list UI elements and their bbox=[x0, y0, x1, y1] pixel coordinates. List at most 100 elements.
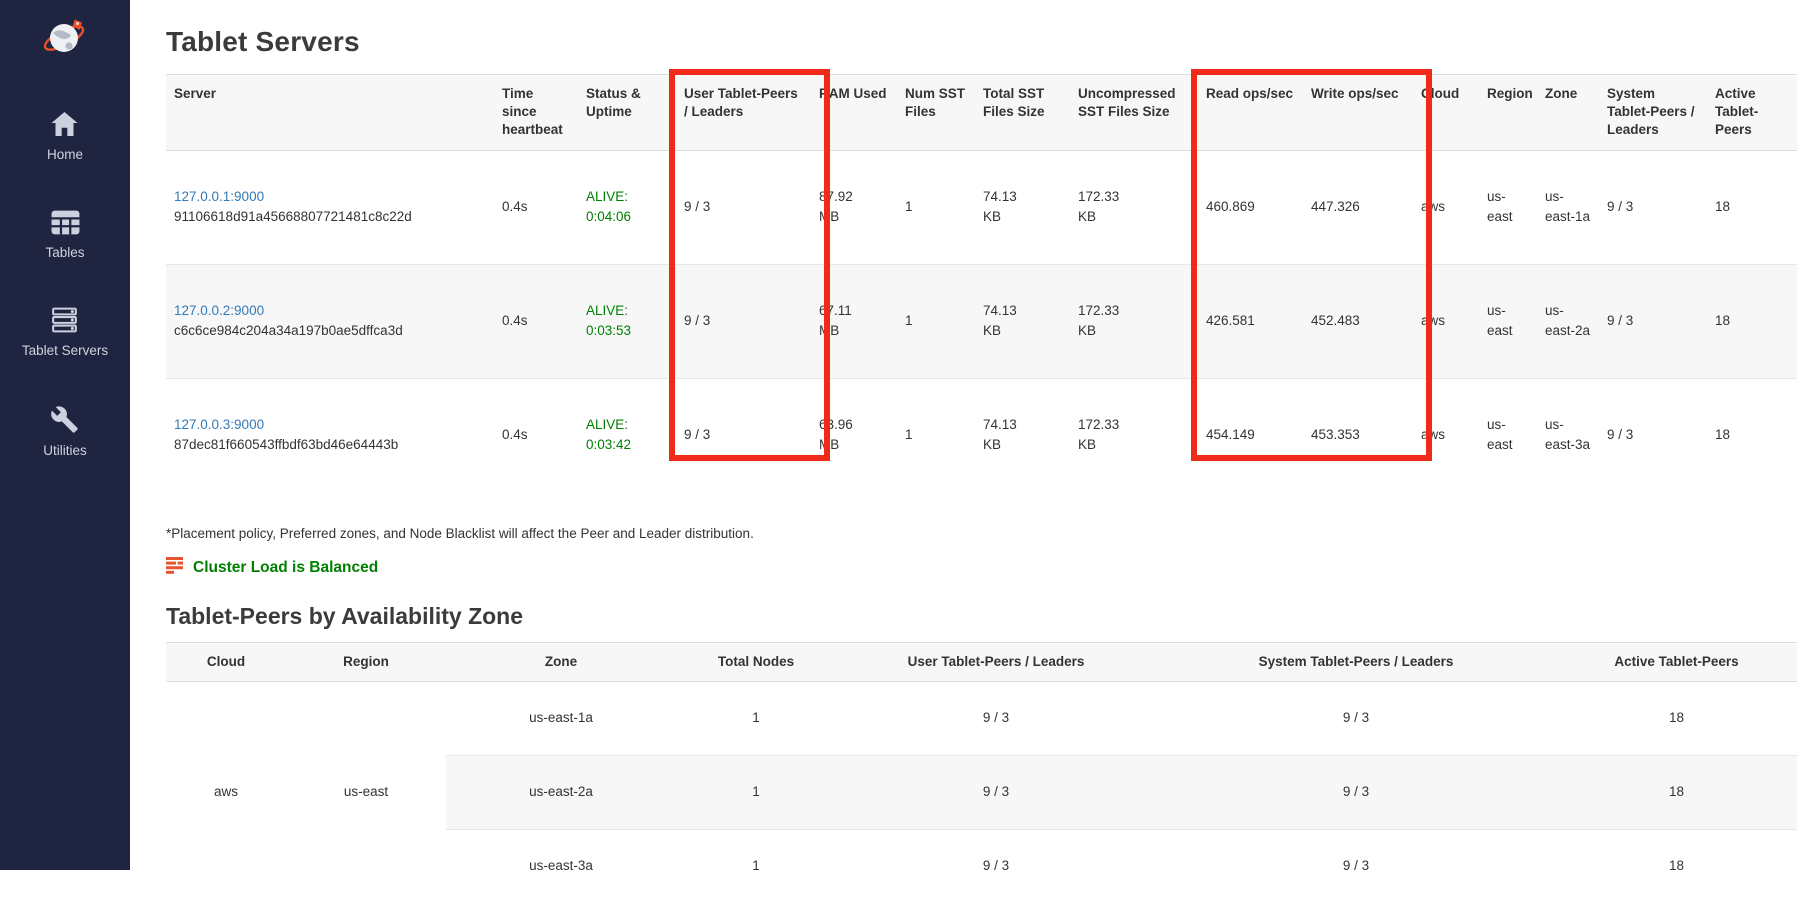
az-user-tablet-peers-cell: 9 / 3 bbox=[836, 829, 1156, 903]
col-cloud: Cloud bbox=[1413, 75, 1479, 151]
cloud-cell: aws bbox=[1413, 264, 1479, 378]
az-system-tablet-peers-cell: 9 / 3 bbox=[1156, 755, 1556, 829]
col-ram-used: RAM Used bbox=[811, 75, 897, 151]
num-sst-cell: 1 bbox=[897, 378, 975, 492]
active-tablet-peers-cell: 18 bbox=[1707, 378, 1797, 492]
col-zone: Zone bbox=[1537, 75, 1599, 151]
az-total-nodes-cell: 1 bbox=[676, 829, 836, 903]
col-write-ops: Write ops/sec bbox=[1303, 75, 1413, 151]
az-system-tablet-peers-cell: 9 / 3 bbox=[1156, 829, 1556, 903]
col-az-total-nodes: Total Nodes bbox=[676, 642, 836, 681]
cluster-load-text: Cluster Load is Balanced bbox=[193, 559, 378, 577]
balance-icon bbox=[166, 557, 184, 579]
sidebar-item-tablet-servers[interactable]: Tablet Servers bbox=[22, 307, 108, 359]
sidebar-item-tables[interactable]: Tables bbox=[45, 209, 84, 261]
col-system-tablet-peers: System Tablet-Peers / Leaders bbox=[1599, 75, 1707, 151]
col-az-active-tablet-peers: Active Tablet-Peers bbox=[1556, 642, 1797, 681]
uncompressed-sst-size-cell: 172.33KB bbox=[1070, 264, 1198, 378]
active-tablet-peers-cell: 18 bbox=[1707, 150, 1797, 264]
sidebar-item-label: Utilities bbox=[43, 444, 87, 459]
server-uuid: 87dec81f660543ffbdf63bd46e64443b bbox=[174, 435, 486, 455]
sidebar-item-label: Tablet Servers bbox=[22, 344, 108, 359]
num-sst-cell: 1 bbox=[897, 264, 975, 378]
utilities-icon bbox=[50, 405, 79, 437]
server-cell: 127.0.0.2:9000 c6c6ce984c204a34a197b0ae5d… bbox=[166, 264, 494, 378]
sidebar: Home Tables bbox=[0, 0, 130, 870]
az-zone-cell: us-east-3a bbox=[446, 829, 676, 903]
col-az-zone: Zone bbox=[446, 642, 676, 681]
read-ops-cell: 460.869 bbox=[1198, 150, 1303, 264]
az-section-title: Tablet-Peers by Availability Zone bbox=[166, 603, 1797, 630]
server-link[interactable]: 127.0.0.1:9000 bbox=[174, 189, 264, 204]
az-row: awsus-eastus-east-1a19 / 39 / 318 bbox=[166, 681, 1797, 755]
uncompressed-sst-size-cell: 172.33KB bbox=[1070, 150, 1198, 264]
main-content: Tablet Servers Server Time since heartbe… bbox=[130, 26, 1809, 903]
col-az-system-tablet-peers: System Tablet-Peers / Leaders bbox=[1156, 642, 1556, 681]
az-active-tablet-peers-cell: 18 bbox=[1556, 755, 1797, 829]
system-tablet-peers-cell: 9 / 3 bbox=[1599, 264, 1707, 378]
server-uuid: c6c6ce984c204a34a197b0ae5dffca3d bbox=[174, 321, 486, 341]
ram-cell: 67.11MB bbox=[811, 264, 897, 378]
status-cell: ALIVE:0:03:42 bbox=[578, 378, 676, 492]
read-ops-cell: 454.149 bbox=[1198, 378, 1303, 492]
write-ops-cell: 453.353 bbox=[1303, 378, 1413, 492]
col-heartbeat: Time since heartbeat bbox=[494, 75, 578, 151]
col-num-sst-files: Num SST Files bbox=[897, 75, 975, 151]
num-sst-cell: 1 bbox=[897, 150, 975, 264]
az-total-nodes-cell: 1 bbox=[676, 755, 836, 829]
az-active-tablet-peers-cell: 18 bbox=[1556, 829, 1797, 903]
col-uncompressed-sst-size: Uncompressed SST Files Size bbox=[1070, 75, 1198, 151]
uncompressed-sst-size-cell: 172.33KB bbox=[1070, 378, 1198, 492]
region-cell: us-east bbox=[1479, 264, 1537, 378]
tablet-servers-icon bbox=[49, 307, 80, 337]
system-tablet-peers-cell: 9 / 3 bbox=[1599, 378, 1707, 492]
col-user-tablet-peers: User Tablet-Peers / Leaders bbox=[676, 75, 811, 151]
zone-cell: us-east-2a bbox=[1537, 264, 1599, 378]
ram-cell: 63.96MB bbox=[811, 378, 897, 492]
az-user-tablet-peers-cell: 9 / 3 bbox=[836, 755, 1156, 829]
home-icon bbox=[49, 110, 80, 141]
az-header-row: Cloud Region Zone Total Nodes User Table… bbox=[166, 642, 1797, 681]
read-ops-cell: 426.581 bbox=[1198, 264, 1303, 378]
server-cell: 127.0.0.3:9000 87dec81f660543ffbdf63bd46e… bbox=[166, 378, 494, 492]
az-total-nodes-cell: 1 bbox=[676, 681, 836, 755]
app-logo[interactable] bbox=[41, 13, 89, 64]
tablet-servers-table: Server Time since heartbeat Status & Upt… bbox=[166, 74, 1797, 492]
sidebar-item-home[interactable]: Home bbox=[47, 110, 83, 163]
tables-icon bbox=[50, 209, 81, 239]
az-table: Cloud Region Zone Total Nodes User Table… bbox=[166, 642, 1797, 903]
cluster-load-status: Cluster Load is Balanced bbox=[166, 557, 1797, 579]
region-cell: us-east bbox=[1479, 378, 1537, 492]
az-active-tablet-peers-cell: 18 bbox=[1556, 681, 1797, 755]
tserver-row: 127.0.0.3:9000 87dec81f660543ffbdf63bd46e… bbox=[166, 378, 1797, 492]
col-status-uptime: Status & Uptime bbox=[578, 75, 676, 151]
server-link[interactable]: 127.0.0.3:9000 bbox=[174, 417, 264, 432]
alive-status: ALIVE:0:03:53 bbox=[586, 303, 631, 338]
server-cell: 127.0.0.1:9000 91106618d91a45668807721481… bbox=[166, 150, 494, 264]
server-uuid: 91106618d91a45668807721481c8c22d bbox=[174, 207, 486, 227]
page-title: Tablet Servers bbox=[166, 26, 1797, 58]
heartbeat-cell: 0.4s bbox=[494, 378, 578, 492]
write-ops-cell: 452.483 bbox=[1303, 264, 1413, 378]
alive-status: ALIVE:0:03:42 bbox=[586, 417, 631, 452]
col-total-sst-size: Total SST Files Size bbox=[975, 75, 1070, 151]
col-az-user-tablet-peers: User Tablet-Peers / Leaders bbox=[836, 642, 1156, 681]
tablet-servers-header-row: Server Time since heartbeat Status & Upt… bbox=[166, 75, 1797, 151]
region-cell: us-east bbox=[1479, 150, 1537, 264]
col-server: Server bbox=[166, 75, 494, 151]
ram-cell: 87.92MB bbox=[811, 150, 897, 264]
user-tablet-peers-cell: 9 / 3 bbox=[676, 264, 811, 378]
alive-status: ALIVE:0:04:06 bbox=[586, 189, 631, 224]
cloud-cell: aws bbox=[1413, 378, 1479, 492]
heartbeat-cell: 0.4s bbox=[494, 264, 578, 378]
az-zone-cell: us-east-2a bbox=[446, 755, 676, 829]
system-tablet-peers-cell: 9 / 3 bbox=[1599, 150, 1707, 264]
zone-cell: us-east-3a bbox=[1537, 378, 1599, 492]
sidebar-item-label: Tables bbox=[45, 246, 84, 261]
sidebar-item-utilities[interactable]: Utilities bbox=[43, 405, 87, 459]
col-read-ops: Read ops/sec bbox=[1198, 75, 1303, 151]
total-sst-size-cell: 74.13KB bbox=[975, 264, 1070, 378]
col-az-cloud: Cloud bbox=[166, 642, 286, 681]
server-link[interactable]: 127.0.0.2:9000 bbox=[174, 303, 264, 318]
tserver-row: 127.0.0.1:9000 91106618d91a45668807721481… bbox=[166, 150, 1797, 264]
